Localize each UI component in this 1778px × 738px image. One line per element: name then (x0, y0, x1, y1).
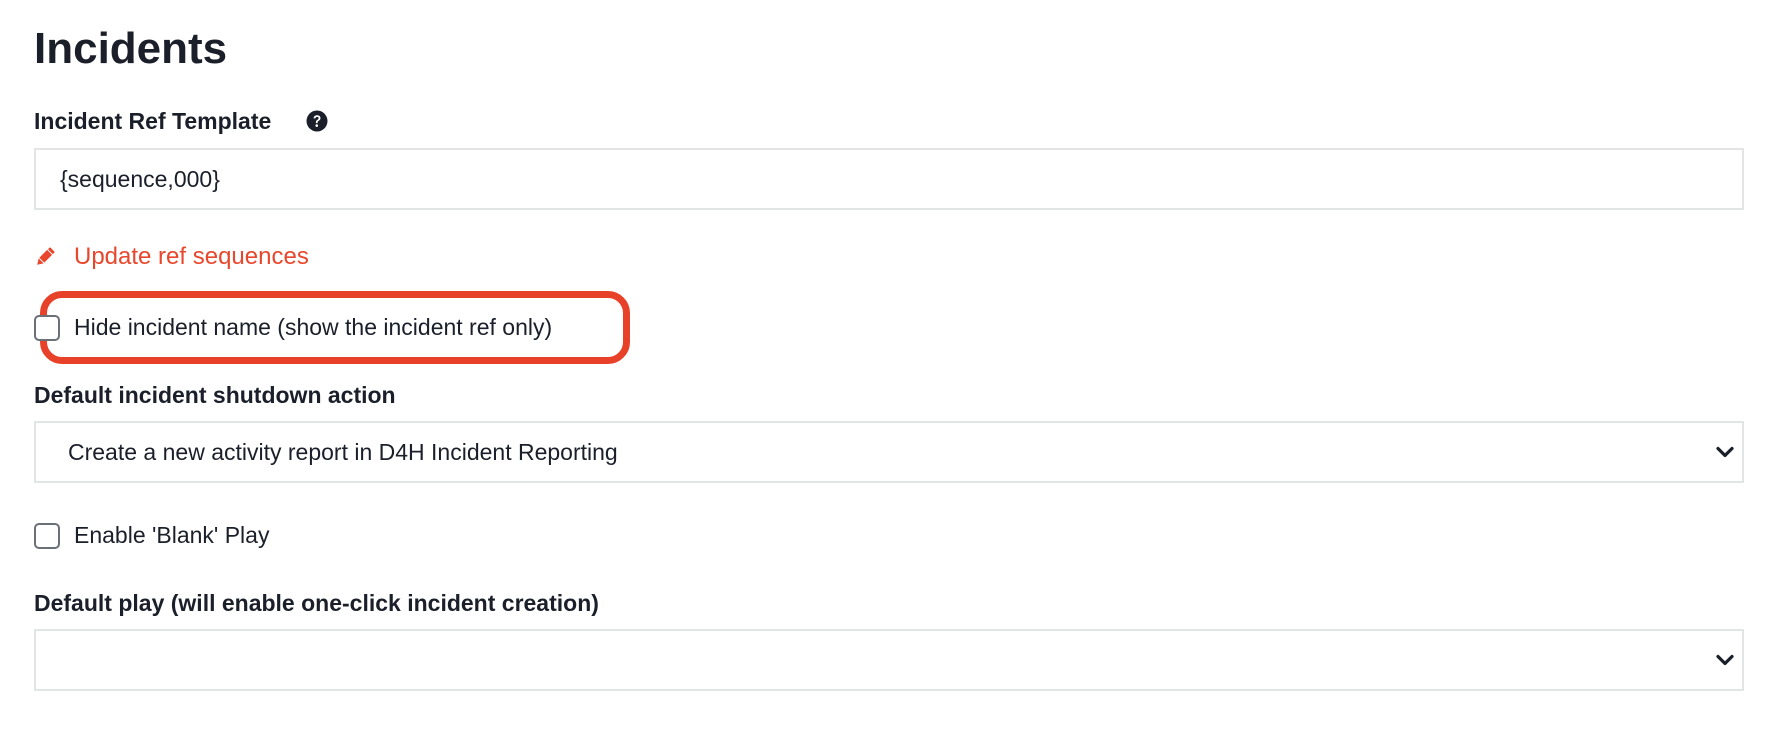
shutdown-action-label: Default incident shutdown action (34, 382, 396, 408)
ref-template-label: Incident Ref Template (34, 108, 272, 134)
shutdown-action-selected-value: Create a new activity report in D4H Inci… (68, 438, 618, 465)
chevron-down-icon (1714, 441, 1736, 463)
hide-incident-name-option[interactable]: Hide incident name (show the incident re… (34, 314, 552, 341)
enable-blank-play-option[interactable]: Enable 'Blank' Play (34, 522, 269, 549)
pencil-icon (34, 246, 56, 268)
shutdown-action-select[interactable]: Create a new activity report in D4H Inci… (34, 421, 1744, 483)
chevron-down-icon (1714, 649, 1736, 671)
page-title: Incidents (34, 24, 228, 73)
update-ref-sequences-link[interactable]: Update ref sequences (34, 240, 309, 274)
update-ref-sequences-label: Update ref sequences (74, 243, 309, 270)
enable-blank-play-checkbox[interactable] (34, 522, 60, 549)
ref-template-input[interactable] (34, 148, 1744, 210)
default-play-label: Default play (will enable one-click inci… (34, 590, 599, 616)
hide-incident-name-label: Hide incident name (show the incident re… (74, 314, 553, 340)
hide-incident-name-checkbox[interactable] (34, 314, 60, 341)
default-play-select[interactable] (34, 629, 1744, 691)
question-circle-icon[interactable] (306, 110, 328, 132)
enable-blank-play-label: Enable 'Blank' Play (74, 522, 270, 548)
